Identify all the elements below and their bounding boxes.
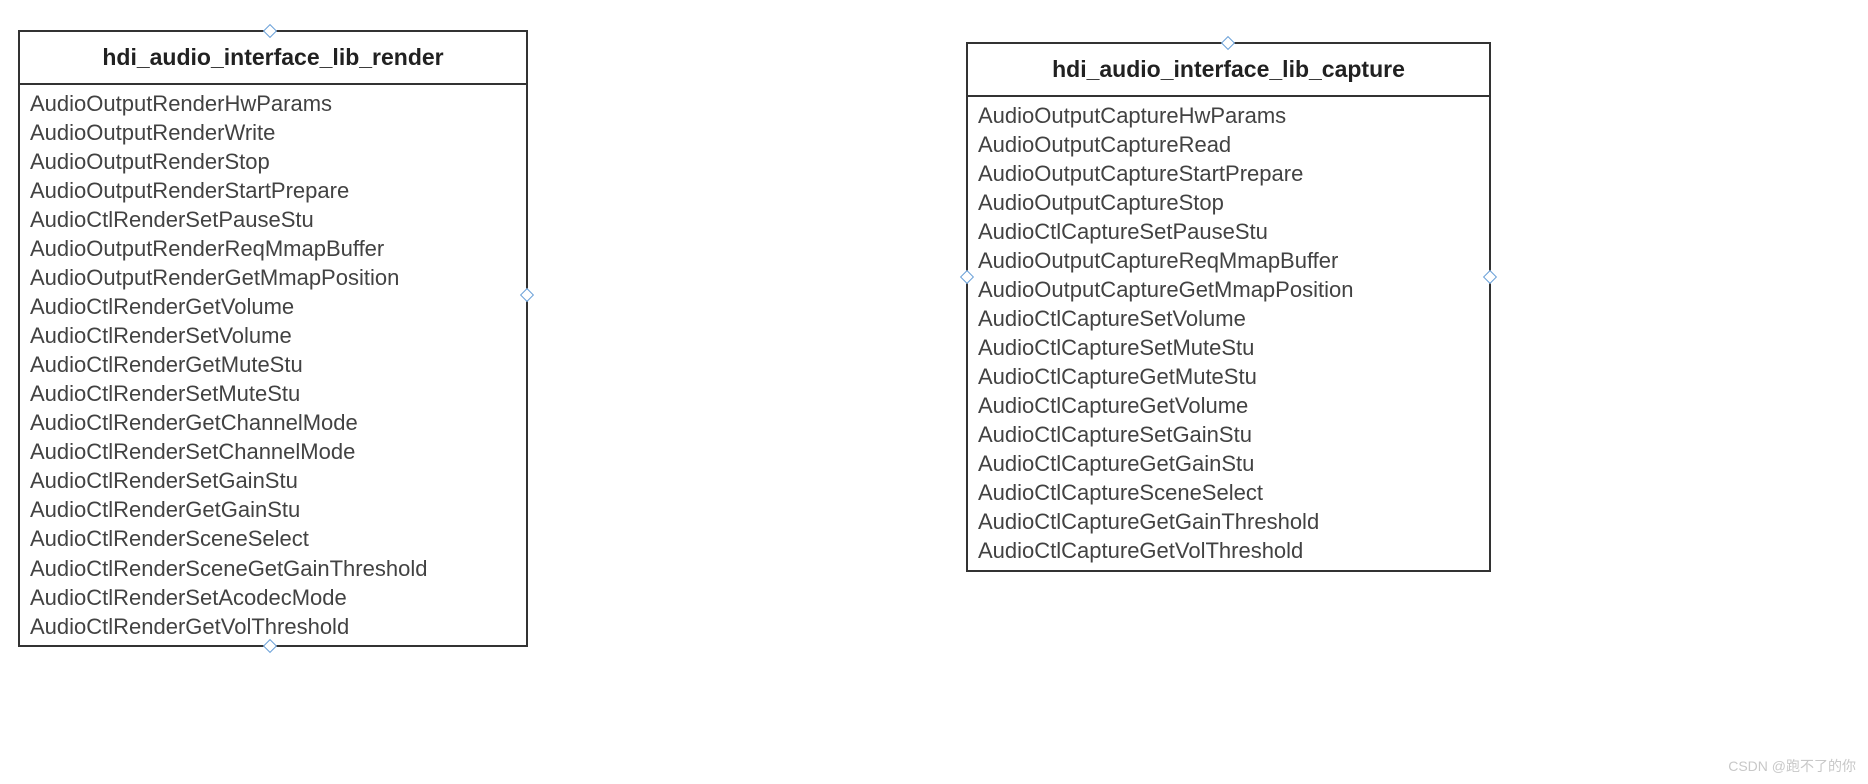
class-title-capture: hdi_audio_interface_lib_capture	[968, 44, 1489, 97]
class-item: AudioCtlCaptureSceneSelect	[978, 478, 1481, 507]
class-item: AudioCtlCaptureSetGainStu	[978, 420, 1481, 449]
class-body-capture: AudioOutputCaptureHwParams AudioOutputCa…	[968, 97, 1489, 570]
class-item: AudioOutputRenderWrite	[30, 118, 518, 147]
class-item: AudioOutputCaptureReqMmapBuffer	[978, 246, 1481, 275]
class-box-render[interactable]: hdi_audio_interface_lib_render AudioOutp…	[18, 30, 528, 647]
class-item: AudioOutputRenderGetMmapPosition	[30, 263, 518, 292]
class-item: AudioOutputCaptureStartPrepare	[978, 159, 1481, 188]
class-item: AudioCtlRenderGetVolThreshold	[30, 612, 518, 641]
class-item: AudioOutputCaptureStop	[978, 188, 1481, 217]
class-box-capture[interactable]: hdi_audio_interface_lib_capture AudioOut…	[966, 42, 1491, 572]
class-item: AudioCtlRenderSetMuteStu	[30, 379, 518, 408]
class-item: AudioCtlRenderSetAcodecMode	[30, 583, 518, 612]
class-item: AudioCtlRenderSetGainStu	[30, 466, 518, 495]
class-item: AudioCtlRenderGetGainStu	[30, 495, 518, 524]
class-item: AudioCtlRenderSceneGetGainThreshold	[30, 554, 518, 583]
class-item: AudioCtlCaptureGetVolThreshold	[978, 536, 1481, 565]
class-item: AudioCtlRenderSetVolume	[30, 321, 518, 350]
class-item: AudioCtlCaptureGetMuteStu	[978, 362, 1481, 391]
class-item: AudioCtlCaptureSetMuteStu	[978, 333, 1481, 362]
class-item: AudioCtlRenderGetChannelMode	[30, 408, 518, 437]
class-item: AudioCtlCaptureSetPauseStu	[978, 217, 1481, 246]
class-item: AudioCtlRenderGetMuteStu	[30, 350, 518, 379]
class-item: AudioCtlRenderSetChannelMode	[30, 437, 518, 466]
watermark-label: CSDN @跑不了的你	[1728, 756, 1856, 776]
class-item: AudioCtlCaptureGetVolume	[978, 391, 1481, 420]
class-item: AudioCtlRenderSceneSelect	[30, 524, 518, 553]
class-item: AudioOutputCaptureHwParams	[978, 101, 1481, 130]
class-item: AudioOutputRenderStartPrepare	[30, 176, 518, 205]
diagram-canvas: hdi_audio_interface_lib_render AudioOutp…	[0, 0, 1868, 784]
class-body-render: AudioOutputRenderHwParams AudioOutputRen…	[20, 85, 526, 645]
class-item: AudioCtlCaptureGetGainThreshold	[978, 507, 1481, 536]
class-item: AudioCtlCaptureGetGainStu	[978, 449, 1481, 478]
class-item: AudioOutputRenderHwParams	[30, 89, 518, 118]
class-item: AudioCtlRenderGetVolume	[30, 292, 518, 321]
class-item: AudioCtlCaptureSetVolume	[978, 304, 1481, 333]
class-item: AudioOutputCaptureRead	[978, 130, 1481, 159]
class-item: AudioOutputRenderStop	[30, 147, 518, 176]
class-item: AudioOutputCaptureGetMmapPosition	[978, 275, 1481, 304]
class-item: AudioOutputRenderReqMmapBuffer	[30, 234, 518, 263]
class-title-render: hdi_audio_interface_lib_render	[20, 32, 526, 85]
class-item: AudioCtlRenderSetPauseStu	[30, 205, 518, 234]
